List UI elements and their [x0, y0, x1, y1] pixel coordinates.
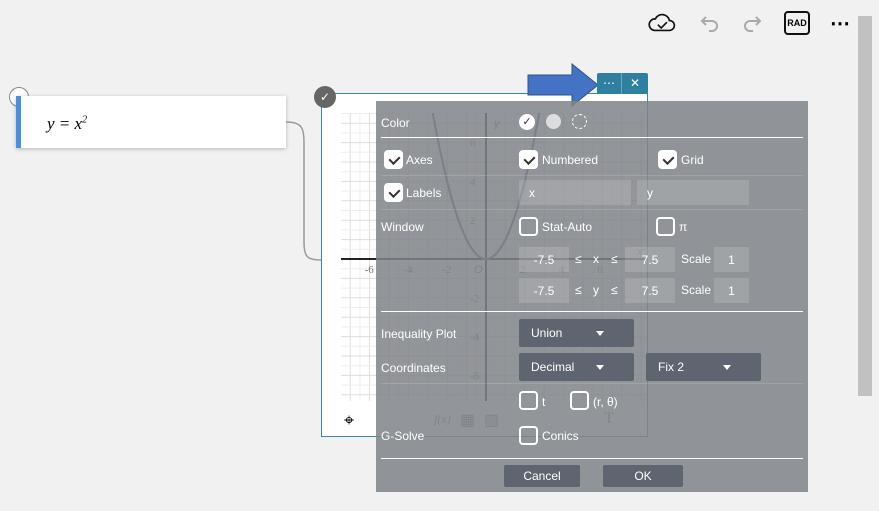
conics-checkbox[interactable] — [519, 426, 538, 445]
t-checkbox[interactable] — [519, 391, 538, 410]
le-symbol: ≤ — [611, 252, 618, 266]
scrollbar[interactable] — [858, 16, 872, 396]
connector-line — [286, 121, 323, 261]
pi-label: π — [679, 220, 688, 234]
ymax-input[interactable]: 7.5 — [625, 278, 675, 303]
x-tick-label: -6 — [365, 264, 375, 276]
more-icon[interactable]: ⋯ — [826, 10, 854, 36]
conics-label: Conics — [542, 429, 579, 443]
pi-checkbox[interactable] — [656, 217, 675, 236]
window-check-icon[interactable]: ✓ — [314, 86, 336, 108]
gsolve-label: G-Solve — [381, 429, 425, 443]
coordinates-dropdown[interactable]: Decimal — [519, 353, 634, 381]
fix-dropdown[interactable]: Fix 2 — [646, 353, 761, 381]
inequality-plot-dropdown[interactable]: Union — [519, 319, 634, 347]
stat-auto-checkbox[interactable] — [519, 217, 538, 236]
xscale-input[interactable]: 1 — [714, 247, 749, 272]
le-symbol: ≤ — [575, 252, 582, 266]
undo-icon[interactable] — [696, 10, 724, 36]
le-symbol: ≤ — [575, 283, 582, 297]
x-label-input[interactable]: x — [519, 180, 631, 205]
numbered-label: Numbered — [542, 153, 599, 167]
scale-label: Scale — [681, 252, 712, 266]
ymin-input[interactable]: -7.5 — [519, 278, 569, 303]
chevron-down-icon — [723, 365, 731, 374]
x-var: x — [593, 252, 599, 266]
numbered-checkbox[interactable] — [519, 150, 538, 169]
polar-label: (r, θ) — [593, 395, 618, 409]
ok-button[interactable]: OK — [603, 465, 683, 487]
inequality-plot-label: Inequality Plot — [381, 327, 457, 341]
close-button[interactable]: ✕ — [622, 73, 648, 94]
chevron-down-icon — [596, 331, 604, 340]
trace-icon[interactable]: ⌖ — [344, 410, 354, 431]
y-var: y — [593, 283, 599, 297]
more-options-button[interactable]: ⋯ — [597, 73, 622, 94]
color-option-none[interactable] — [572, 114, 587, 129]
redo-icon[interactable] — [738, 10, 766, 36]
cancel-button[interactable]: Cancel — [504, 465, 580, 487]
rad-button[interactable]: RAD — [784, 11, 810, 35]
polar-checkbox[interactable] — [570, 391, 589, 410]
cloud-check-icon[interactable] — [648, 10, 676, 36]
grid-checkbox[interactable] — [658, 150, 677, 169]
le-symbol: ≤ — [611, 283, 618, 297]
y-label-input[interactable]: y — [637, 180, 749, 205]
expression-text: y = x2 — [47, 114, 88, 133]
color-option-solid[interactable]: ✓ — [519, 114, 535, 130]
chevron-down-icon — [596, 365, 604, 374]
labels-checkbox[interactable] — [384, 183, 403, 202]
xmin-input[interactable]: -7.5 — [519, 247, 569, 272]
xmax-input[interactable]: 7.5 — [625, 247, 675, 272]
color-label: Color — [381, 116, 410, 130]
settings-panel: Color ✓ Axes Numbered Grid Labels x y Wi… — [376, 101, 808, 492]
coordinates-label: Coordinates — [381, 361, 446, 375]
expression-card[interactable]: y = x2 — [16, 96, 286, 148]
yscale-input[interactable]: 1 — [714, 278, 749, 303]
axes-label: Axes — [406, 153, 433, 167]
stat-auto-label: Stat-Auto — [542, 220, 593, 234]
scale-label: Scale — [681, 283, 712, 297]
grid-label: Grid — [681, 153, 704, 167]
window-label: Window — [381, 220, 424, 234]
labels-label: Labels — [406, 186, 442, 200]
t-label: t — [542, 395, 546, 409]
axes-checkbox[interactable] — [384, 150, 403, 169]
color-option-gray[interactable] — [546, 114, 561, 129]
